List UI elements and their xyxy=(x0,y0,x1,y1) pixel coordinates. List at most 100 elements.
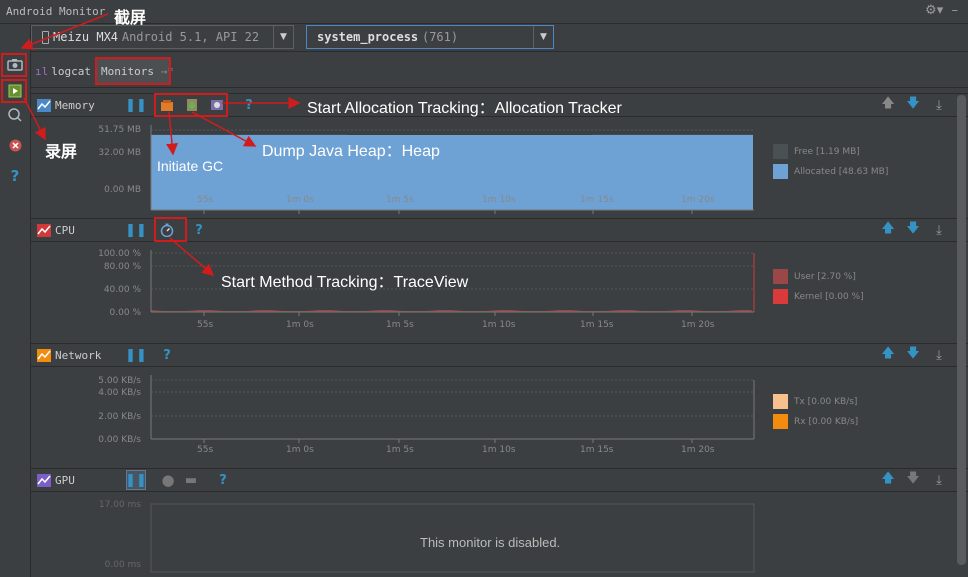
settings-gear-icon[interactable]: ⚙▾ – xyxy=(925,3,958,18)
x-tick-label: 1m 0s xyxy=(286,445,314,455)
x-tick-label: 1m 20s xyxy=(681,445,715,455)
annotation-allocation-tracker: Start Allocation Tracking：Allocation Tra… xyxy=(307,100,622,117)
annotation-method-tracking: Start Method Tracking：TraceView xyxy=(221,274,469,291)
device-info: Android 5.1, API 22 xyxy=(121,30,260,44)
allocated-memory-area xyxy=(151,134,753,210)
y-tick-label: 5.00 KB/s xyxy=(98,376,141,386)
cpu-actions-highlight-box xyxy=(154,217,187,242)
legend-label: Kernel [0.00 %] xyxy=(794,291,864,302)
x-tick-label: 1m 0s xyxy=(286,320,314,330)
x-tick-label: 1m 15s xyxy=(580,195,614,205)
memory-chart-icon xyxy=(37,99,51,112)
network-chart-icon xyxy=(37,349,51,362)
download-icon[interactable]: ⤓ xyxy=(931,97,947,113)
legend-kernel: Kernel [0.00 %] xyxy=(773,289,864,304)
legend-swatch xyxy=(773,414,788,429)
annotation-record: 录屏 xyxy=(45,142,78,161)
arrow-up-icon[interactable]: 🡅 xyxy=(880,471,896,488)
y-tick-label: 4.00 KB/s xyxy=(98,388,141,398)
x-tick-label: 1m 10s xyxy=(482,320,516,330)
gpu-chart-icon xyxy=(37,474,51,487)
pause-icon[interactable]: ❚❚ xyxy=(125,97,147,113)
device-name: Meizu MX4 xyxy=(53,30,119,44)
process-dropdown[interactable]: system_process (761) ▼ xyxy=(306,25,554,49)
y-tick-label: 100.00 % xyxy=(98,249,141,259)
memory-title: Memory xyxy=(55,99,95,112)
legend-swatch xyxy=(773,269,788,284)
x-tick-label: 1m 5s xyxy=(386,320,414,330)
legend-tx: Tx [0.00 KB/s] xyxy=(773,394,857,409)
y-tick-label: 32.00 MB xyxy=(98,148,141,158)
process-pid: (761) xyxy=(421,30,459,44)
tab-bar: ıl logcat Monitors →* xyxy=(31,52,968,88)
network-monitor: Network ❚❚ ? 🡅 🡇 ⤓ 5.00 KB/s 4.00 KB/s 2… xyxy=(31,343,968,468)
legend-user: User [2.70 %] xyxy=(773,269,856,284)
annotation-screenshot: 截屏 xyxy=(114,8,147,27)
download-icon[interactable]: ⤓ xyxy=(931,347,947,363)
x-tick-label: 1m 20s xyxy=(681,195,715,205)
arrow-down-icon[interactable]: 🡇 xyxy=(905,471,921,488)
device-dropdown[interactable]: Meizu MX4 Android 5.1, API 22 ▼ xyxy=(31,25,294,49)
x-tick-label: 1m 10s xyxy=(482,445,516,455)
y-tick-label: 51.75 MB xyxy=(98,125,141,135)
help-icon[interactable]: ? xyxy=(215,472,231,488)
legend-label: Rx [0.00 KB/s] xyxy=(794,416,859,427)
y-tick-label: 0.00 % xyxy=(109,308,141,318)
record-dot-icon[interactable]: ● xyxy=(160,471,176,489)
y-tick-label: 40.00 % xyxy=(103,285,141,295)
x-tick-label: 1m 20s xyxy=(681,320,715,330)
y-tick-label: 17.00 ms xyxy=(98,500,141,510)
pause-icon[interactable]: ❚❚ xyxy=(125,222,147,238)
arrow-down-icon[interactable]: 🡇 xyxy=(905,221,921,238)
legend-label: Tx [0.00 KB/s] xyxy=(794,396,858,407)
cpu-chart-area: 100.00 % 80.00 % 40.00 % 0.00 % 55s 1m 0… xyxy=(31,242,968,343)
gpu-monitor: GPU ❚❚ ● ▬ ? 🡅 🡇 ⤓ 17.00 ms 0.00 ms This… xyxy=(31,468,968,577)
y-tick-label: 0.00 MB xyxy=(104,185,141,195)
tab-logcat[interactable]: ıl logcat xyxy=(35,58,95,84)
download-icon[interactable]: ⤓ xyxy=(931,472,947,488)
help-icon[interactable]: ? xyxy=(159,347,175,363)
legend-label: Allocated [48.63 MB] xyxy=(794,166,889,177)
screenshot-highlight-box xyxy=(1,53,27,77)
help-icon[interactable]: ? xyxy=(5,166,25,186)
x-tick-label: 55s xyxy=(197,195,214,205)
y-tick-label: 80.00 % xyxy=(103,262,141,272)
legend-rx: Rx [0.00 KB/s] xyxy=(773,414,858,429)
download-icon[interactable]: ⤓ xyxy=(931,222,947,238)
arrow-up-icon[interactable]: 🡅 xyxy=(880,346,896,363)
chevron-down-icon[interactable]: ▼ xyxy=(273,26,293,48)
pause-icon[interactable]: ❚❚ xyxy=(125,470,147,490)
phone-icon xyxy=(42,30,49,44)
arrow-down-icon[interactable]: 🡇 xyxy=(905,96,921,113)
legend-label: Free [1.19 MB] xyxy=(794,146,860,157)
y-tick-label: 0.00 ms xyxy=(104,560,141,570)
arrow-up-icon[interactable]: 🡅 xyxy=(880,96,896,113)
left-toolbar: ? xyxy=(0,25,31,577)
arrow-up-icon[interactable]: 🡅 xyxy=(880,221,896,238)
arrow-down-icon[interactable]: 🡇 xyxy=(905,346,921,363)
y-tick-label: 2.00 KB/s xyxy=(98,412,141,422)
help-icon[interactable]: ? xyxy=(191,222,207,238)
tab-logcat-label: logcat xyxy=(51,64,91,78)
device-selector-bar: Meizu MX4 Android 5.1, API 22 ▼ system_p… xyxy=(31,25,968,52)
toggle-icon[interactable]: ▬ xyxy=(183,472,199,488)
gpu-chart-area: 17.00 ms 0.00 ms This monitor is disable… xyxy=(31,492,968,577)
chevron-down-icon[interactable]: ▼ xyxy=(533,26,553,48)
gpu-title: GPU xyxy=(55,474,75,487)
x-tick-label: 1m 0s xyxy=(286,195,314,205)
record-highlight-box xyxy=(1,79,27,103)
vertical-scrollbar[interactable] xyxy=(957,95,966,565)
pause-icon[interactable]: ❚❚ xyxy=(125,347,147,363)
help-icon[interactable]: ? xyxy=(241,97,257,113)
system-information-icon[interactable] xyxy=(5,105,25,125)
legend-swatch xyxy=(773,164,788,179)
logcat-icon: ıl xyxy=(35,64,49,78)
x-tick-label: 1m 5s xyxy=(386,195,414,205)
x-tick-label: 1m 5s xyxy=(386,445,414,455)
memory-actions-highlight-box xyxy=(154,93,228,117)
terminate-app-icon[interactable] xyxy=(5,135,25,155)
network-chart-area: 5.00 KB/s 4.00 KB/s 2.00 KB/s 0.00 KB/s … xyxy=(31,367,968,468)
x-tick-label: 55s xyxy=(197,320,214,330)
annotation-dump-heap: Dump Java Heap：Heap xyxy=(262,143,440,160)
x-tick-label: 1m 10s xyxy=(482,195,516,205)
